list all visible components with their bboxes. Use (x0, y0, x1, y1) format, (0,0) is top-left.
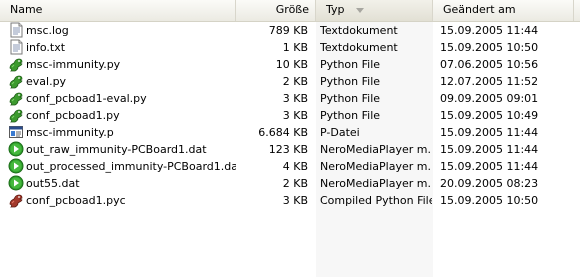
file-name-cell: msc.log (6, 22, 236, 39)
file-name: eval.py (26, 75, 67, 88)
file-row[interactable]: conf_pcboad1-eval.py 3 KB Python File 09.09… (0, 90, 580, 107)
python-file-icon (8, 107, 24, 123)
column-header-type-label: Typ (326, 3, 345, 16)
media-play-icon (8, 158, 24, 174)
column-header-modified[interactable]: Geändert am (433, 0, 574, 21)
file-size: 6.684 KB (258, 126, 308, 139)
file-type: P-Datei (320, 126, 360, 139)
file-modified: 15.09.2005 11:44 (440, 160, 539, 173)
file-list: msc.log 789 KB Textdokument 15.09.2005 11:4… (0, 22, 580, 209)
file-name: out_raw_immunity-PCBoard1.dat (26, 143, 207, 156)
file-type: Python File (320, 92, 381, 105)
file-name: info.txt (26, 41, 66, 54)
file-type: Textdokument (320, 41, 398, 54)
file-size: 3 KB (282, 109, 308, 122)
file-type: Python File (320, 75, 381, 88)
column-header-bar: Name Größe Typ Geändert am (0, 0, 580, 22)
file-name-cell: eval.py (6, 73, 236, 90)
file-row[interactable]: eval.py 2 KB Python File 12.07.2005 11:52 (0, 73, 580, 90)
file-row[interactable]: msc.log 789 KB Textdokument 15.09.2005 11:4… (0, 22, 580, 39)
file-row[interactable]: info.txt 1 KB Textdokument 15.09.2005 10:50 (0, 39, 580, 56)
python-file-icon (8, 73, 24, 89)
column-header-size[interactable]: Größe (236, 0, 316, 21)
text-document-icon (8, 39, 24, 55)
file-type: Textdokument (320, 24, 398, 37)
file-size: 1 KB (282, 41, 308, 54)
file-row[interactable]: conf_pcboad1.pyc 3 KB Compiled Python File… (0, 192, 580, 209)
file-type: NeroMediaPlayer m... (320, 177, 432, 190)
generic-file-icon (8, 124, 24, 140)
python-file-icon (8, 56, 24, 72)
column-header-name[interactable]: Name (0, 0, 236, 21)
file-name: conf_pcboad1.pyc (26, 194, 126, 207)
file-size: 123 KB (268, 143, 308, 156)
sort-descending-icon (356, 8, 364, 13)
file-modified: 15.09.2005 11:44 (440, 126, 539, 139)
file-row[interactable]: out_raw_immunity-PCBoard1.dat 123 KB NeroM… (0, 141, 580, 158)
file-name-cell: msc-immunity.py (6, 56, 236, 73)
file-size: 2 KB (282, 177, 308, 190)
file-name-cell: out55.dat (6, 175, 236, 192)
column-header-filler (573, 0, 580, 21)
file-name: out55.dat (26, 177, 80, 190)
file-size: 3 KB (282, 92, 308, 105)
file-name-cell: conf_pcboad1.py (6, 107, 236, 124)
file-name: conf_pcboad1-eval.py (26, 92, 147, 105)
python-file-icon (8, 90, 24, 106)
column-header-name-label: Name (10, 3, 43, 16)
file-type: NeroMediaPlayer m... (320, 160, 432, 173)
file-name-cell: conf_pcboad1.pyc (6, 192, 236, 209)
column-header-modified-label: Geändert am (443, 3, 516, 16)
file-modified: 15.09.2005 10:50 (440, 41, 539, 54)
file-modified: 09.09.2005 09:01 (440, 92, 539, 105)
file-name: conf_pcboad1.py (26, 109, 120, 122)
file-size: 4 KB (282, 160, 308, 173)
file-row[interactable]: out_processed_immunity-PCBoard1.dat 4 KB N… (0, 158, 580, 175)
file-size: 2 KB (282, 75, 308, 88)
file-type: Compiled Python File (320, 194, 432, 207)
file-name-cell: out_processed_immunity-PCBoard1.dat (6, 158, 236, 175)
file-size: 10 KB (275, 58, 308, 71)
column-header-type[interactable]: Typ (316, 0, 433, 21)
file-modified: 15.09.2005 10:49 (440, 109, 539, 122)
file-modified: 15.09.2005 10:50 (440, 194, 539, 207)
file-name-cell: conf_pcboad1-eval.py (6, 90, 236, 107)
file-name: out_processed_immunity-PCBoard1.dat (26, 160, 236, 173)
file-modified: 07.06.2005 10:56 (440, 58, 539, 71)
file-modified: 15.09.2005 11:44 (440, 24, 539, 37)
file-name: msc-immunity.py (26, 58, 121, 71)
file-row[interactable]: msc-immunity.p 6.684 KB P-Datei 15.09.2005 … (0, 124, 580, 141)
file-name: msc-immunity.p (26, 126, 114, 139)
file-modified: 12.07.2005 11:52 (440, 75, 539, 88)
file-size: 789 KB (268, 24, 308, 37)
text-document-icon (8, 22, 24, 38)
file-name: msc.log (26, 24, 69, 37)
file-type: Python File (320, 58, 381, 71)
compiled-python-icon (8, 192, 24, 208)
media-play-icon (8, 175, 24, 191)
file-name-cell: out_raw_immunity-PCBoard1.dat (6, 141, 236, 158)
file-modified: 20.09.2005 08:23 (440, 177, 539, 190)
file-modified: 15.09.2005 11:44 (440, 143, 539, 156)
file-name-cell: msc-immunity.p (6, 124, 236, 141)
file-type: Python File (320, 109, 381, 122)
file-row[interactable]: conf_pcboad1.py 3 KB Python File 15.09.2005… (0, 107, 580, 124)
file-size: 3 KB (282, 194, 308, 207)
file-row[interactable]: out55.dat 2 KB NeroMediaPlayer m... 20.09.2… (0, 175, 580, 192)
file-name-cell: info.txt (6, 39, 236, 56)
file-type: NeroMediaPlayer m... (320, 143, 432, 156)
file-row[interactable]: msc-immunity.py 10 KB Python File 07.06.200… (0, 56, 580, 73)
media-play-icon (8, 141, 24, 157)
column-header-size-label: Größe (275, 3, 309, 16)
